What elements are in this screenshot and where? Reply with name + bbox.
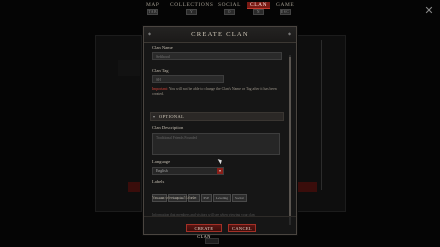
create-clan-dialog: ◆ CREATE CLAN ◆ Clan Name Sefthood Clan … (143, 26, 297, 239)
create-clan-button[interactable]: CREATE CLAN (186, 224, 222, 239)
tab-social[interactable]: SOCIAL O (218, 2, 241, 15)
tab-social-key: O (224, 9, 236, 15)
tab-map-key: TAB (147, 9, 159, 15)
background-button-right (297, 182, 317, 192)
corner-ornament-icon: ◆ (288, 31, 292, 36)
dialog-scrollbar[interactable] (289, 55, 291, 225)
tab-clan-label: CLAN (247, 2, 271, 9)
tab-map-label: MAP (146, 2, 160, 8)
clan-tag-input[interactable]: SH (152, 75, 224, 83)
dialog-title: CREATE CLAN (191, 31, 249, 38)
warning-text: Important: You will not be able to chang… (152, 87, 282, 97)
warning-body: You will not be able to change the Clan'… (152, 87, 277, 96)
labels-list: Casual Hardcore PvE PvP Leveling Social (152, 186, 248, 202)
clan-name-input[interactable]: Sefthood (152, 52, 282, 60)
language-select[interactable]: English ▾ (152, 167, 224, 175)
scrollbar-thumb[interactable] (289, 57, 291, 217)
tab-game-label: GAME (276, 2, 295, 8)
background-button-left (128, 182, 140, 192)
background-divider (321, 40, 322, 190)
close-icon[interactable]: ✕ (423, 5, 435, 17)
tab-collections[interactable]: COLLECTIONS Y (170, 2, 213, 15)
dialog-content[interactable]: Clan Name Sefthood Clan Tag SH Important… (150, 45, 287, 227)
description-input[interactable]: Traditional Friends Founded (152, 133, 280, 155)
top-navigation: MAP TAB COLLECTIONS Y SOCIAL O CLAN N GA… (140, 0, 310, 17)
tab-social-label: SOCIAL (218, 2, 242, 8)
dialog-header: ◆ CREATE CLAN ◆ (144, 27, 296, 43)
optional-section-header[interactable]: ▾ OPTIONAL (150, 112, 284, 121)
background-text-block (118, 60, 140, 76)
footer-divider (144, 216, 296, 217)
tab-map[interactable]: MAP TAB (146, 2, 159, 15)
optional-section-title: OPTIONAL (159, 114, 185, 119)
chevron-down-icon: ▾ (153, 114, 156, 119)
labels-label: Labels (152, 179, 165, 184)
bottom-key-hint (205, 238, 219, 244)
dropdown-arrow-icon[interactable]: ▾ (217, 168, 223, 174)
cancel-button[interactable]: CANCEL (228, 224, 256, 232)
tab-clan-key: N (253, 9, 265, 15)
label-chip-social[interactable]: Social (232, 194, 247, 202)
background-panel-right (296, 35, 346, 212)
label-chip-leveling[interactable]: Leveling (212, 194, 232, 202)
label-chip-pvp[interactable]: PvP (200, 194, 212, 202)
tab-game[interactable]: GAME ESC (276, 2, 294, 15)
clan-tag-label: Clan Tag (152, 68, 169, 73)
tab-collections-key: Y (186, 9, 198, 15)
description-label: Clan Description (152, 125, 184, 130)
language-label: Language (152, 159, 171, 164)
tab-collections-label: COLLECTIONS (170, 2, 214, 8)
tab-game-key: ESC (279, 9, 291, 15)
labels-hint: You can select up to 5 labels (152, 196, 196, 200)
tab-clan[interactable]: CLAN N (247, 2, 271, 15)
warning-important: Important: (152, 87, 169, 91)
language-value: English (156, 169, 168, 173)
clan-name-label: Clan Name (152, 45, 173, 50)
